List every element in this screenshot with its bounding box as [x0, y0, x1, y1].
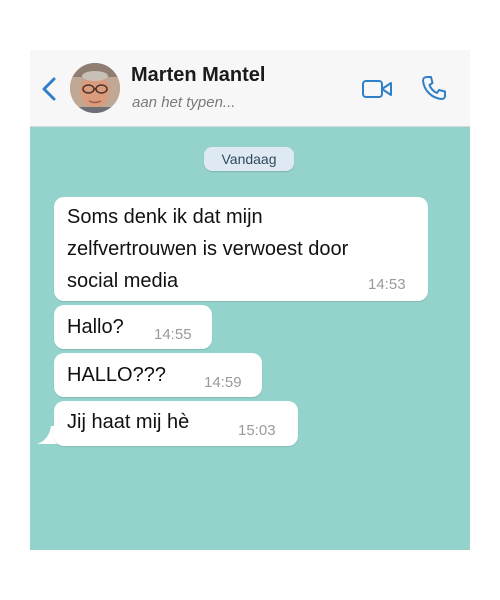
message-bubble[interactable]: Jij haat mij hè 15:03 [54, 401, 298, 446]
message-line: social media [67, 270, 179, 292]
chat-header: Marten Mantel aan het typen... [30, 50, 470, 127]
message-time: 15:03 [238, 422, 276, 439]
typing-status: aan het typen... [132, 94, 236, 111]
message-line: Soms denk ik dat mijn [67, 206, 263, 228]
phone-icon[interactable] [420, 74, 448, 102]
message-bubble[interactable]: Soms denk ik dat mijn zelfvertrouwen is … [54, 197, 428, 301]
message-line: zelfvertrouwen is verwoest door [67, 238, 349, 260]
chat-screen: Marten Mantel aan het typen... Vandaag S… [30, 50, 470, 550]
message-bubble[interactable]: HALLO??? 14:59 [54, 353, 262, 397]
message-bubble[interactable]: Hallo? 14:55 [54, 305, 212, 349]
message-line: HALLO??? [67, 364, 166, 386]
avatar-photo [70, 63, 120, 113]
date-separator: Vandaag [204, 147, 294, 171]
message-time: 14:55 [154, 326, 192, 343]
video-camera-icon[interactable] [361, 78, 393, 100]
message-time: 14:59 [204, 374, 242, 391]
message-time: 14:53 [368, 276, 406, 293]
contact-name[interactable]: Marten Mantel [131, 64, 265, 87]
avatar[interactable] [70, 63, 120, 113]
message-line: Jij haat mij hè [67, 411, 190, 433]
message-line: Hallo? [67, 316, 124, 338]
chevron-left-icon[interactable] [39, 76, 61, 102]
